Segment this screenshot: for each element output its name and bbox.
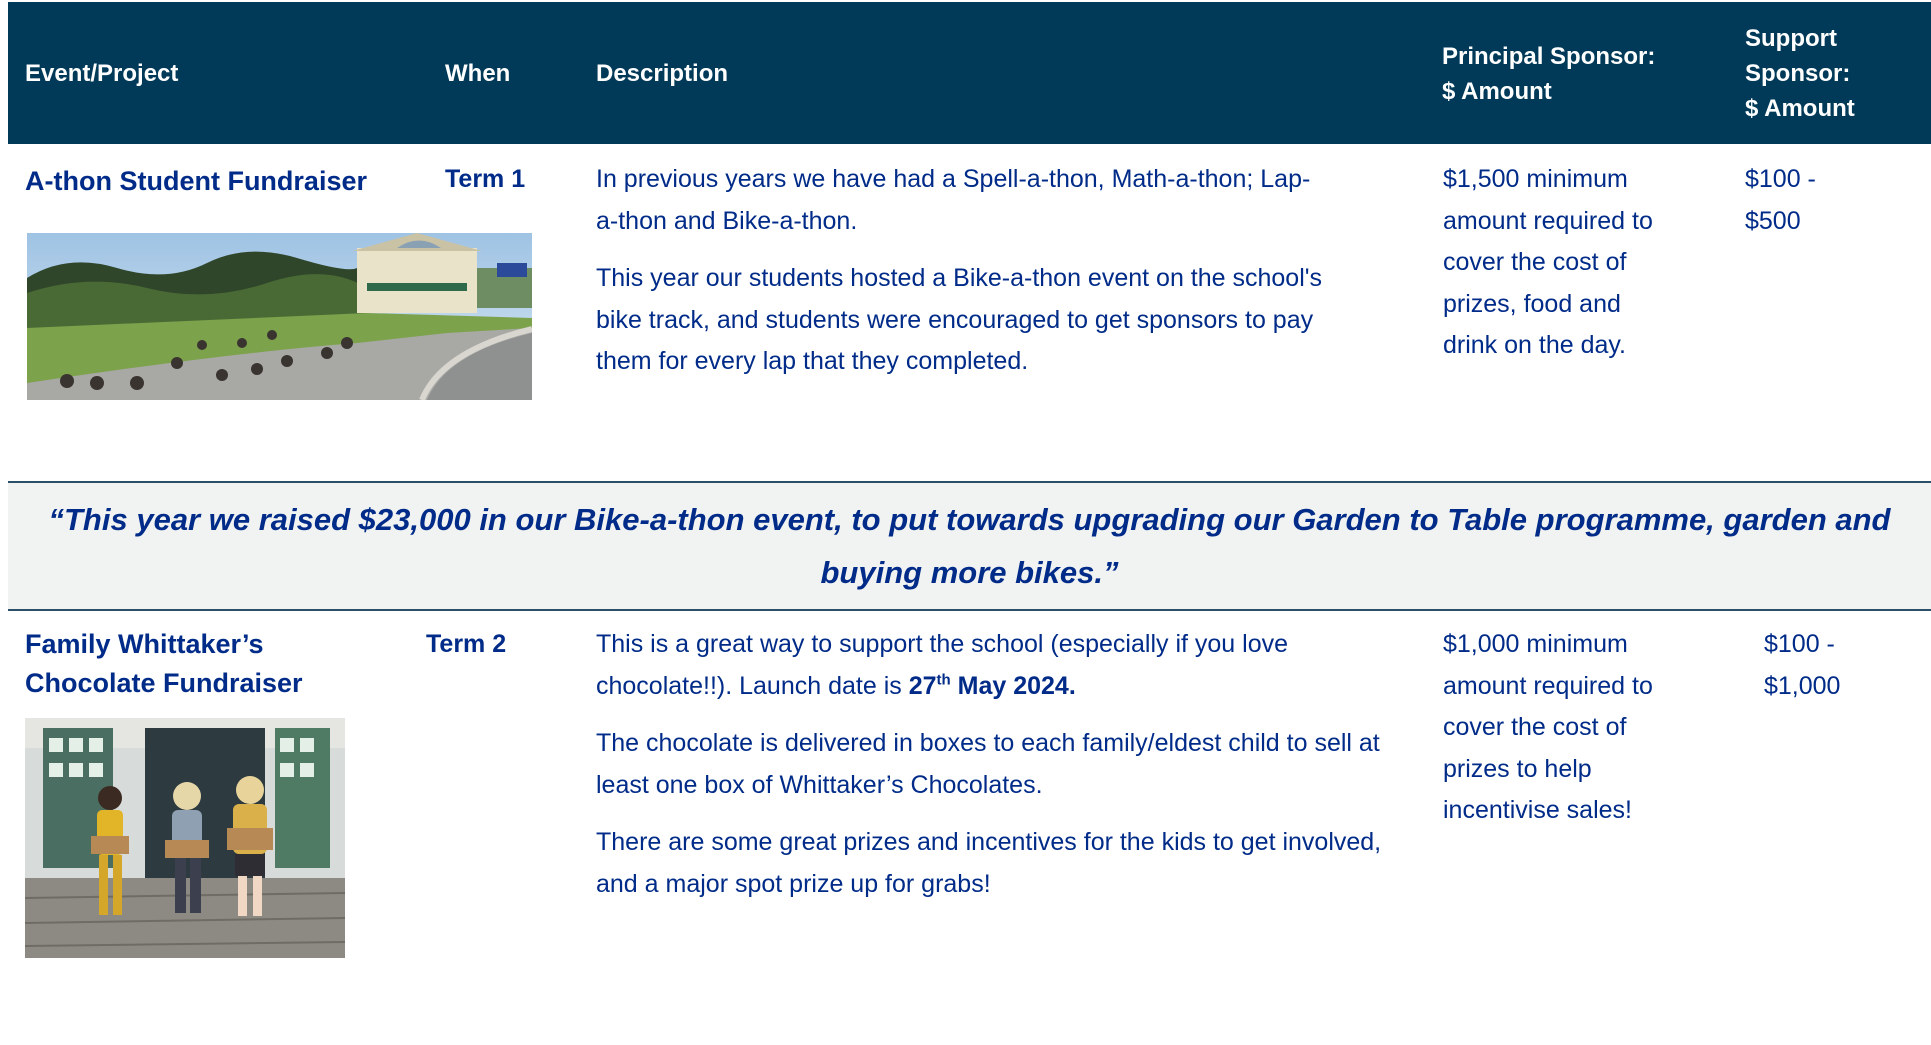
description-paragraph: This is a great way to support the schoo…	[596, 624, 1386, 707]
header-support-line1: Support	[1745, 25, 1837, 52]
launch-month-year: May 2024.	[950, 671, 1076, 700]
row-description: This is a great way to support the schoo…	[596, 624, 1386, 921]
row-support-amount: $100 - $1,000	[1764, 630, 1841, 700]
quote-text: “This year we raised $23,000 in our Bike…	[48, 502, 1891, 590]
header-principal-line2: $ Amount	[1442, 78, 1552, 105]
quote-banner: “This year we raised $23,000 in our Bike…	[8, 481, 1931, 611]
row-support-amount: $100 - $500	[1745, 165, 1816, 235]
header-description: Description	[596, 60, 729, 87]
row-principal-amount: $1,500 minimum amount required to cover …	[1443, 165, 1653, 359]
row-title-line1: Family Whittaker’s	[25, 629, 264, 659]
chocolate-fundraiser-photo	[25, 718, 345, 958]
header-support-line3: $ Amount	[1745, 95, 1855, 122]
row-description: In previous years we have had a Spell-a-…	[596, 159, 1326, 399]
row-title-line2: Chocolate Fundraiser	[25, 668, 303, 698]
header-principal-line1: Principal Sponsor:	[1442, 43, 1656, 70]
header-event-project: Event/Project	[25, 60, 179, 87]
table-header: Event/Project When Description Principal…	[8, 2, 1931, 144]
description-paragraph: There are some great prizes and incentiv…	[596, 828, 1382, 898]
header-support-sponsor: Support Sponsor: $ Amount	[1745, 21, 1855, 126]
header-when: When	[445, 60, 511, 87]
description-paragraph: In previous years we have had a Spell-a-…	[596, 165, 1311, 235]
row-when: Term 1	[445, 165, 526, 193]
description-paragraph: This year our students hosted a Bike-a-t…	[596, 264, 1323, 375]
bike-a-thon-photo	[27, 233, 532, 400]
row-principal-amount: $1,000 minimum amount required to cover …	[1443, 630, 1653, 824]
row-when: Term 2	[426, 630, 507, 658]
header-support-line2: Sponsor:	[1745, 60, 1851, 87]
launch-date: 27th May 2024.	[909, 672, 1076, 700]
launch-day: 27	[908, 671, 937, 700]
description-paragraph: The chocolate is delivered in boxes to e…	[596, 729, 1380, 799]
row-title: Family Whittaker’s Chocolate Fundraiser	[25, 625, 303, 703]
launch-day-suffix: th	[936, 671, 951, 689]
header-principal-sponsor: Principal Sponsor: $ Amount	[1442, 39, 1655, 109]
row-title: A-thon Student Fundraiser	[25, 166, 367, 196]
